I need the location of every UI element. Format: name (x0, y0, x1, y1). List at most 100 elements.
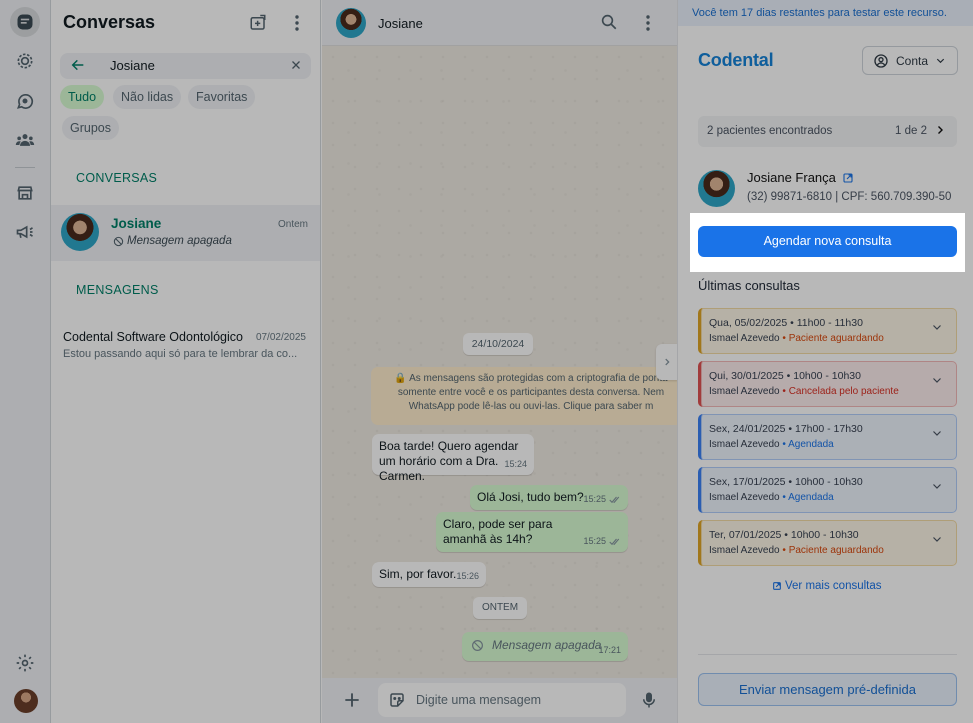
appointment-datetime: Sex, 17/01/2025 • 10h00 - 10h30 (709, 476, 863, 488)
appointment-status: Agendada (788, 492, 834, 503)
last-appointments-title: Últimas consultas (698, 278, 800, 293)
appointment-card[interactable]: Sex, 24/01/2025 • 17h00 - 17h30 Ismael Az… (698, 414, 957, 460)
channels-icon[interactable] (10, 86, 40, 116)
date-divider: 24/10/2024 (463, 333, 533, 355)
chevron-down-icon[interactable] (931, 427, 943, 442)
panel-toggle-button[interactable] (656, 344, 677, 380)
conversation-list-panel: Conversas Josiane Tudo Não lidas Favorit… (51, 0, 321, 723)
message-bubble-in[interactable]: Boa tarde! Quero agendar um horário com … (372, 434, 534, 483)
status-icon[interactable] (10, 46, 40, 76)
appointment-status: Paciente aguardando (788, 545, 884, 556)
schedule-appointment-button[interactable]: Agendar nova consulta (698, 226, 957, 257)
chevron-down-icon[interactable] (931, 533, 943, 548)
message-time-text: 15:25 (583, 536, 606, 546)
chevron-down-icon[interactable] (931, 374, 943, 389)
sticker-icon[interactable] (388, 691, 406, 712)
list-title: Conversas (63, 12, 156, 32)
appointment-status: Cancelada pelo paciente (788, 386, 899, 397)
date-divider: ONTEM (473, 597, 527, 619)
message-time: 15:26 (456, 569, 479, 584)
new-chat-icon[interactable] (247, 12, 269, 34)
microphone-icon[interactable] (640, 690, 658, 713)
deleted-message-icon (113, 236, 124, 246)
next-patient-icon[interactable] (934, 124, 946, 139)
chevron-down-icon[interactable] (931, 321, 943, 336)
appointment-details: Ismael Azevedo • Agendada (709, 439, 834, 450)
codental-logo: Codental (698, 50, 774, 70)
user-circle-icon (874, 53, 888, 68)
trial-banner: Você tem 17 dias restantes para testar e… (678, 0, 973, 26)
appointment-status: Agendada (788, 439, 834, 450)
message-bubble-in[interactable]: Sim, por favor. 15:26 (372, 562, 486, 587)
message-result-item[interactable]: Codental Software Odontológico 07/02/202… (51, 321, 320, 371)
conversation-preview: Mensagem apagada (113, 235, 232, 247)
status-dot: • (782, 333, 786, 344)
patient-name: Josiane França (747, 170, 836, 185)
megaphone-icon[interactable] (10, 217, 40, 247)
message-preview: Estou passando aqui só para te lembrar d… (63, 348, 298, 360)
clear-search-icon[interactable] (289, 58, 303, 75)
appointment-details: Ismael Azevedo • Paciente aguardando (709, 545, 884, 556)
back-arrow-icon[interactable] (70, 57, 86, 76)
search-value: Josiane (110, 58, 155, 73)
appointment-datetime: Ter, 07/01/2025 • 10h00 - 10h30 (709, 529, 859, 541)
chat-contact-avatar[interactable] (336, 8, 366, 38)
menu-kebab-icon[interactable] (286, 12, 308, 34)
filter-favoritas[interactable]: Favoritas (188, 85, 256, 109)
message-time: 15:25 (583, 534, 621, 549)
double-check-icon (609, 496, 620, 503)
appointment-card[interactable]: Qua, 05/02/2025 • 11h00 - 11h30 Ismael Az… (698, 308, 957, 354)
conversation-preview-text: Mensagem apagada (127, 235, 232, 247)
store-icon[interactable] (10, 178, 40, 208)
appointment-card[interactable]: Sex, 17/01/2025 • 10h00 - 10h30 Ismael Az… (698, 467, 957, 513)
message-time-text: 15:25 (583, 494, 606, 504)
chevron-down-icon (936, 58, 945, 64)
chat-contact-name[interactable]: Josiane (378, 16, 423, 31)
encryption-line-1: 🔒 As mensagens são protegidas com a crip… (394, 373, 668, 384)
send-predefined-message-button[interactable]: Enviar mensagem pré-definida (698, 673, 957, 706)
account-dropdown[interactable]: Conta (862, 46, 958, 75)
message-time: 15:24 (504, 457, 527, 472)
chat-header[interactable]: Josiane (322, 0, 677, 46)
conversation-item[interactable]: Josiane Ontem Mensagem apagada (51, 205, 320, 261)
profile-avatar[interactable] (14, 689, 38, 713)
encryption-line-2: somente entre você e os participantes de… (397, 387, 665, 398)
composer-bar: Digite uma mensagem (322, 678, 677, 723)
message-bubble-out[interactable]: Olá Josi, tudo bem? 15:25 (470, 485, 628, 510)
status-dot: • (782, 545, 786, 556)
appointment-doctor: Ismael Azevedo (709, 545, 780, 556)
message-input[interactable]: Digite uma mensagem (378, 683, 626, 717)
search-icon[interactable] (600, 13, 618, 34)
chevron-right-icon (665, 358, 670, 366)
message-bubble-deleted[interactable]: Mensagem apagada 17:21 (462, 632, 628, 661)
message-text: Mensagem apagada (492, 638, 602, 652)
conversation-time: Ontem (277, 219, 308, 230)
contact-avatar (61, 213, 99, 251)
patients-found-bar: 2 pacientes encontrados 1 de 2 (698, 116, 957, 147)
message-bubble-out[interactable]: Claro, pode ser para amanhã às 14h? 15:2… (436, 512, 628, 552)
conversation-name: Josiane (111, 216, 162, 231)
nav-rail (0, 0, 51, 723)
encryption-notice[interactable]: 🔒 As mensagens são protegidas com a crip… (371, 367, 677, 425)
communities-icon[interactable] (10, 125, 40, 155)
search-input[interactable]: Josiane (60, 53, 311, 79)
appointment-card[interactable]: Qui, 30/01/2025 • 10h00 - 10h30 Ismael Az… (698, 361, 957, 407)
chat-menu-icon[interactable] (646, 15, 650, 34)
appointment-doctor: Ismael Azevedo (709, 439, 780, 450)
appointment-datetime: Qui, 30/01/2025 • 10h00 - 10h30 (709, 370, 861, 382)
plus-icon[interactable] (342, 690, 362, 713)
filter-grupos[interactable]: Grupos (62, 116, 119, 140)
chevron-down-icon[interactable] (931, 480, 943, 495)
appointment-card[interactable]: Ter, 07/01/2025 • 10h00 - 10h30 Ismael Az… (698, 520, 957, 566)
chats-icon[interactable] (10, 7, 40, 37)
status-dot: • (782, 439, 786, 450)
filter-tudo[interactable]: Tudo (60, 85, 105, 109)
see-more-appointments-link[interactable]: Ver mais consultas (772, 580, 882, 592)
external-link-icon[interactable] (842, 172, 854, 184)
filter-nao-lidas[interactable]: Não lidas (113, 85, 182, 109)
external-link-icon (773, 582, 781, 590)
rail-divider (15, 167, 35, 168)
pager-label: 1 de 2 (895, 125, 927, 137)
codental-panel: Você tem 17 dias restantes para testar e… (677, 0, 973, 723)
settings-icon[interactable] (10, 648, 40, 678)
